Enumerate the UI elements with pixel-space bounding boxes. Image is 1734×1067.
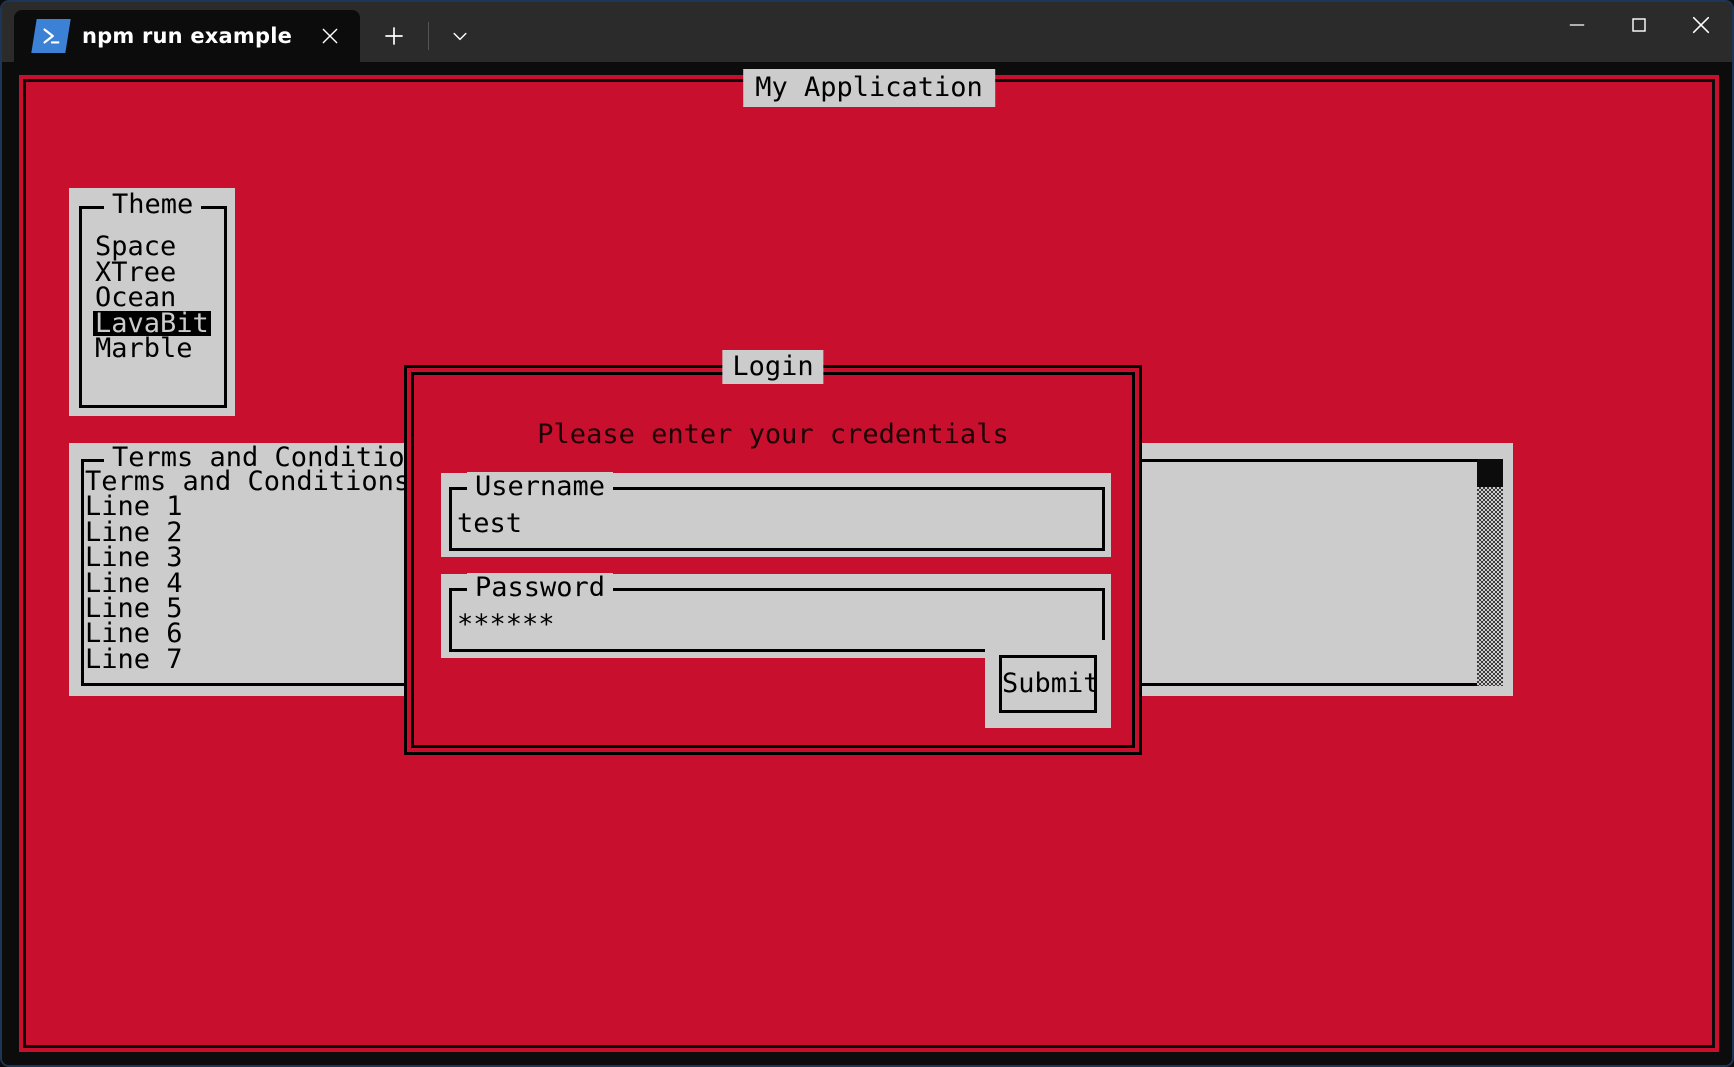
tab-close-icon[interactable] <box>306 12 354 60</box>
password-label: Password <box>467 573 614 603</box>
tab-divider <box>428 22 430 50</box>
scrollbar-thumb[interactable] <box>1477 459 1503 487</box>
new-tab-icon[interactable] <box>368 12 420 60</box>
login-prompt: Please enter your credentials <box>537 419 1009 450</box>
window-controls <box>1546 2 1732 62</box>
username-label: Username <box>467 472 614 502</box>
list-item[interactable]: Ocean <box>93 284 178 311</box>
theme-listbox[interactable]: Theme Space XTree Ocean LavaBit Marble <box>69 188 235 416</box>
maximize-icon[interactable] <box>1608 2 1670 48</box>
terminal-tab[interactable]: npm run example <box>14 10 361 62</box>
list-item[interactable]: Marble <box>93 336 195 363</box>
application-frame: My Application Theme Space XTree Ocean L… <box>16 69 1722 1055</box>
username-field[interactable]: Username test <box>441 472 1111 557</box>
chevron-down-icon[interactable] <box>437 12 483 60</box>
submit-button-area: Submit <box>985 640 1111 728</box>
minimize-icon[interactable] <box>1546 2 1608 48</box>
tab-strip: npm run example <box>2 2 1546 62</box>
submit-button[interactable]: Submit <box>999 655 1100 713</box>
theme-legend: Theme <box>104 190 202 220</box>
list-item: Line 1 <box>85 491 183 523</box>
login-dialog-title: Login <box>722 350 824 384</box>
theme-list: Space XTree Ocean LavaBit Marble <box>93 233 225 363</box>
window-close-icon[interactable] <box>1670 2 1732 48</box>
page-title: My Application <box>743 69 995 107</box>
tab-title: npm run example <box>82 24 293 48</box>
terms-scrollbar[interactable] <box>1477 459 1503 686</box>
list-item: Line 3 <box>85 542 183 574</box>
terminal-content: My Application Theme Space XTree Ocean L… <box>2 62 1732 1065</box>
powershell-icon <box>31 19 71 53</box>
username-input[interactable]: test <box>457 509 522 539</box>
list-item[interactable]: Space <box>93 233 178 260</box>
password-input[interactable]: ****** <box>457 610 555 640</box>
terminal-titlebar: npm run example <box>2 2 1732 62</box>
list-item: Line 7 <box>85 643 183 675</box>
login-dialog: Login Please enter your credentials User… <box>404 350 1142 755</box>
new-tab-area <box>360 10 483 62</box>
terminal-window: npm run example My Application Theme Spa… <box>0 0 1734 1067</box>
